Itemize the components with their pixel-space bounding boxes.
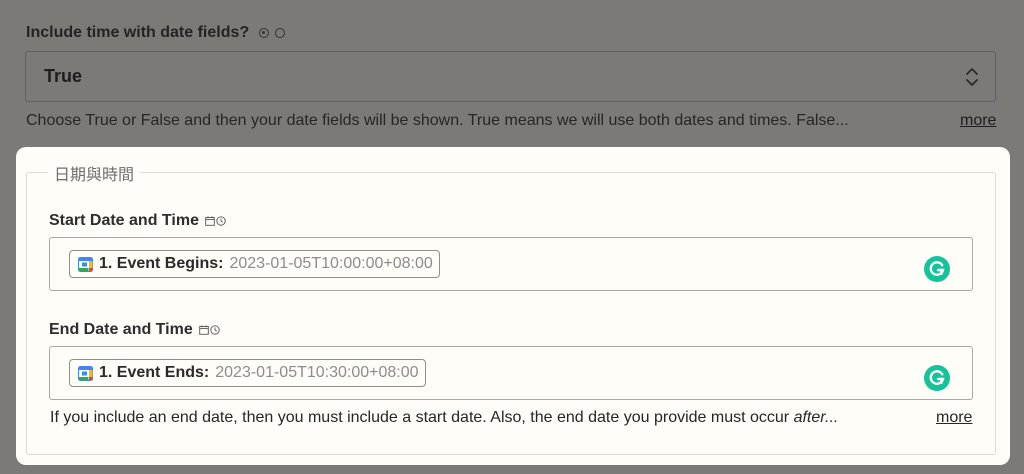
- start-date-token-label: 1. Event Begins:: [99, 255, 224, 272]
- end-date-input[interactable]: 1. Event Ends: 2023-01-05T10:30:00+08:00: [49, 346, 973, 400]
- include-time-label-text: Include time with date fields?: [26, 24, 250, 41]
- grammarly-icon[interactable]: [924, 365, 950, 391]
- end-date-hint: If you include an end date, then you mus…: [50, 409, 910, 427]
- end-date-type-icons: [198, 325, 220, 335]
- calendar-icon: [198, 325, 209, 335]
- clock-icon: [210, 325, 220, 335]
- clock-icon: [216, 216, 226, 226]
- end-date-label-text: End Date and Time: [49, 321, 193, 338]
- end-date-token-label: 1. Event Ends:: [99, 364, 210, 381]
- include-time-label: Include time with date fields?: [26, 24, 286, 42]
- include-time-select[interactable]: True: [25, 51, 996, 102]
- end-date-token-value: 2023-01-05T10:30:00+08:00: [215, 364, 419, 381]
- google-calendar-icon: [78, 365, 93, 381]
- start-date-input[interactable]: 1. Event Begins: 2023-01-05T10:00:00+08:…: [49, 237, 973, 291]
- start-date-label: Start Date and Time: [49, 212, 226, 230]
- start-date-label-text: Start Date and Time: [49, 212, 199, 229]
- end-date-hint-text: If you include an end date, then you mus…: [50, 409, 794, 426]
- radio-option-on[interactable]: [259, 28, 270, 38]
- start-date-token[interactable]: 1. Event Begins: 2023-01-05T10:00:00+08:…: [69, 250, 440, 278]
- radio-option-off[interactable]: [275, 28, 286, 38]
- end-date-more-link[interactable]: more: [936, 409, 972, 427]
- include-time-more-link[interactable]: more: [960, 112, 996, 130]
- end-date-label: End Date and Time: [49, 321, 220, 339]
- include-time-radio-group: [259, 28, 286, 38]
- end-date-token[interactable]: 1. Event Ends: 2023-01-05T10:30:00+08:00: [69, 359, 426, 387]
- include-time-hint: Choose True or False and then your date …: [26, 112, 849, 129]
- start-date-type-icons: [205, 216, 226, 226]
- fieldset-legend: 日期與時間: [48, 161, 141, 185]
- google-calendar-icon: [78, 256, 93, 272]
- include-time-selected-value: True: [44, 66, 83, 86]
- end-date-hint-emphasis: after...: [793, 409, 839, 426]
- chevron-updown-icon: [966, 68, 978, 86]
- calendar-icon: [205, 216, 215, 226]
- start-date-token-value: 2023-01-05T10:00:00+08:00: [229, 255, 433, 272]
- grammarly-icon[interactable]: [924, 256, 950, 282]
- date-time-card: 日期與時間 Start Date and Time 1. Event Begin…: [16, 147, 1010, 465]
